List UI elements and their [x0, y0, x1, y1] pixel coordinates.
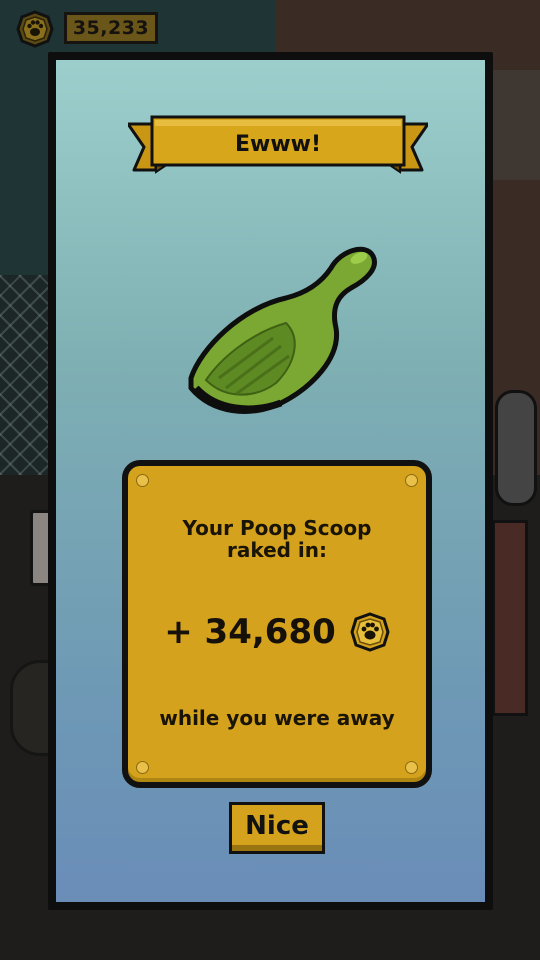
reward-row: + 34,680	[128, 612, 426, 652]
paw-coin-icon	[350, 612, 390, 652]
background-cat-tail	[495, 390, 537, 506]
rivet	[136, 474, 149, 487]
background-shelf	[490, 70, 540, 180]
rivet	[405, 474, 418, 487]
reward-plaque: Your Poop Scoop raked in: + 34,680 while…	[122, 460, 432, 788]
reward-amount: + 34,680	[164, 612, 336, 652]
dialog-title: Ewww!	[234, 131, 322, 157]
rivet	[405, 761, 418, 774]
poop-scoop-icon	[181, 238, 381, 423]
offline-earnings-dialog: Ewww! Your Poop Scoop raked in: + 34,680	[48, 52, 493, 910]
title-ribbon: Ewww!	[128, 114, 428, 184]
currency-counter: 35,233	[64, 12, 158, 44]
nice-button[interactable]: Nice	[229, 802, 325, 854]
rivet	[136, 761, 149, 774]
reward-message-line1: Your Poop Scoop	[182, 516, 372, 540]
paw-coin-icon	[16, 10, 54, 48]
reward-message-line2: raked in:	[226, 538, 328, 562]
background-scratching-post	[492, 520, 528, 716]
away-message: while you were away	[159, 706, 395, 730]
